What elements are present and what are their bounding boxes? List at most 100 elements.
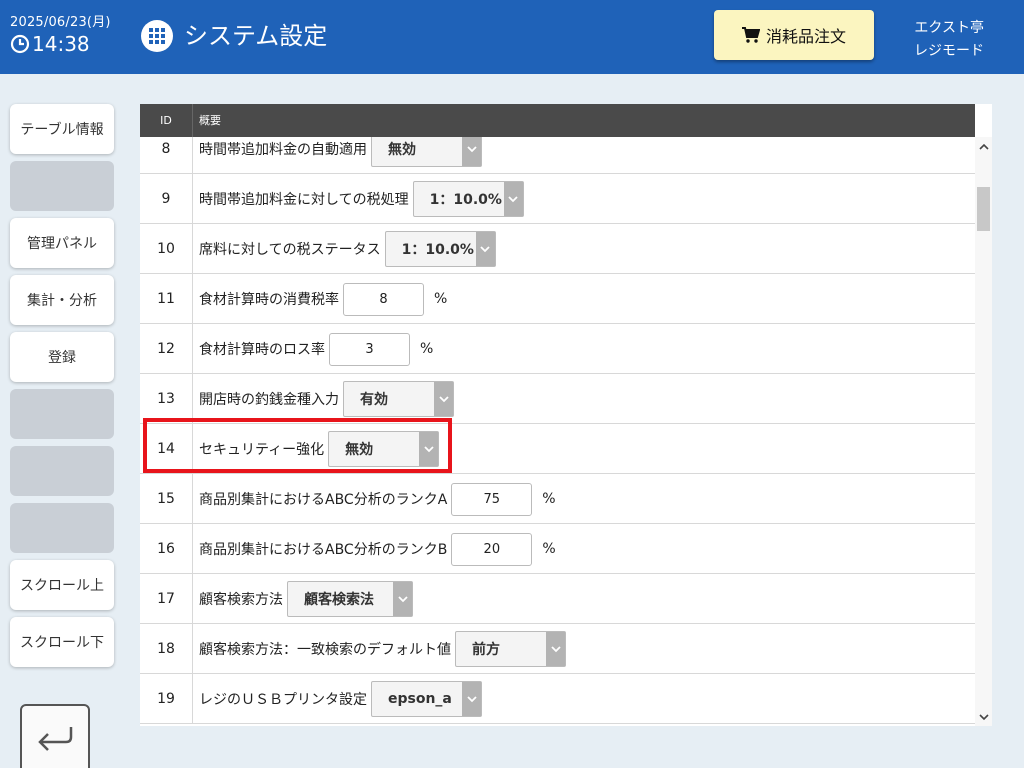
table-body: 8 時間帯追加料金の自動適用 無効 9 時間帯追加料金に対しての税処理 1：10.0% 10… — [140, 137, 975, 726]
order-button-label: 消耗品注文 — [765, 27, 846, 46]
chevron-down-icon — [438, 395, 449, 402]
chevron-down-icon — [978, 713, 989, 720]
row-description: セキュリティー強化 無効 — [199, 424, 440, 474]
dropdown-arrow[interactable] — [462, 137, 481, 166]
dropdown-arrow[interactable] — [475, 232, 495, 266]
dropdown-arrow[interactable] — [434, 382, 453, 416]
row-id: 9 — [140, 174, 193, 224]
setting-dropdown[interactable]: 無効 — [328, 431, 440, 467]
table-info-button[interactable]: テーブル情報 — [10, 104, 114, 154]
setting-dropdown[interactable]: 有効 — [343, 381, 454, 417]
table-row: 18 顧客検索方法：一致検索のデフォルト値 前方 — [140, 624, 975, 674]
back-button[interactable] — [20, 704, 90, 768]
dropdown-value: 前方 — [472, 642, 500, 658]
chevron-down-icon — [508, 195, 518, 202]
dropdown-arrow[interactable] — [419, 432, 439, 466]
setting-input[interactable]: 3 — [329, 332, 410, 366]
dropdown-value: epson_a — [388, 691, 452, 707]
dropdown-arrow[interactable] — [393, 582, 412, 616]
scroll-up-arrow[interactable] — [975, 137, 992, 155]
header-description: 概要 — [199, 114, 221, 127]
settings-table: ID 概要 8 時間帯追加料金の自動適用 無効 9 時間帯追加料金に対しての税処理 1：1… — [140, 104, 992, 726]
row-description: 顧客検索方法 顧客検索法 — [199, 574, 413, 624]
chevron-down-icon — [480, 245, 490, 252]
clock-icon — [10, 34, 30, 54]
row-id: 11 — [140, 274, 193, 324]
row-label: レジのＵＳＢプリンタ設定 — [199, 692, 367, 708]
page-title: システム設定 — [184, 22, 328, 50]
scroll-thumb[interactable] — [977, 187, 990, 231]
row-label: 開店時の釣銭金種入力 — [199, 392, 339, 408]
row-label: 席料に対しての税ステータス — [199, 242, 381, 258]
return-arrow-icon — [38, 727, 73, 751]
table-row: 14 セキュリティー強化 無効 — [140, 424, 975, 474]
scrollbar[interactable] — [975, 137, 992, 726]
row-label: 食材計算時の消費税率 — [199, 292, 339, 308]
row-id: 8 — [140, 137, 193, 174]
header-bar: 2025/06/23(月) 14:38 システム設定 消耗品注文 エクスト亭 レ… — [0, 0, 1024, 74]
dropdown-arrow[interactable] — [462, 682, 481, 716]
setting-input[interactable]: 75 — [451, 482, 533, 516]
setting-input[interactable]: 8 — [343, 282, 424, 316]
dropdown-arrow[interactable] — [503, 182, 523, 216]
datetime: 2025/06/23(月) 14:38 — [10, 15, 111, 57]
dropdown-value: 1：10.0% — [401, 242, 474, 258]
header-id: ID — [140, 104, 193, 137]
title-area: システム設定 — [140, 19, 327, 53]
table-row: 12 食材計算時のロス率 3% — [140, 324, 975, 374]
setting-dropdown[interactable]: 1：10.0% — [384, 231, 496, 267]
chevron-down-icon — [466, 695, 477, 702]
analytics-button[interactable]: 集計・分析 — [10, 275, 114, 325]
row-label: 時間帯追加料金の自動適用 — [199, 142, 367, 158]
chevron-down-icon — [466, 145, 477, 152]
dropdown-value: 顧客検索法 — [304, 592, 374, 608]
row-label: セキュリティー強化 — [199, 442, 325, 458]
store-info: エクスト亭 レジモード — [914, 17, 984, 63]
register-button[interactable]: 登録 — [10, 332, 114, 382]
setting-dropdown[interactable]: 1：10.0% — [412, 181, 524, 217]
row-label: 食材計算時のロス率 — [199, 342, 325, 358]
dropdown-arrow[interactable] — [546, 632, 565, 666]
chevron-up-icon — [978, 143, 989, 150]
row-label: 顧客検索方法 — [199, 592, 283, 608]
scroll-down-button[interactable]: スクロール下 — [10, 617, 114, 667]
empty-side-button-4 — [10, 503, 114, 553]
row-id: 15 — [140, 474, 193, 524]
row-description: 顧客検索方法：一致検索のデフォルト値 前方 — [199, 624, 566, 674]
row-id: 17 — [140, 574, 193, 624]
time-text: 14:38 — [32, 32, 90, 56]
consumables-order-button[interactable]: 消耗品注文 — [714, 10, 874, 60]
row-id: 10 — [140, 224, 193, 274]
chevron-down-icon — [397, 595, 408, 602]
table-row: 15 商品別集計におけるABC分析のランクA 75% — [140, 474, 975, 524]
row-description: 商品別集計におけるABC分析のランクA 75% — [199, 474, 556, 524]
row-id: 18 — [140, 624, 193, 674]
empty-side-button-1 — [10, 161, 114, 211]
unit-label: % — [434, 291, 448, 307]
row-id: 13 — [140, 374, 193, 424]
row-description: 食材計算時のロス率 3% — [199, 324, 433, 374]
row-label: 商品別集計におけるABC分析のランクA — [199, 492, 448, 508]
setting-input[interactable]: 20 — [451, 532, 533, 566]
dropdown-value: 有効 — [360, 392, 388, 408]
setting-dropdown[interactable]: 無効 — [371, 137, 482, 167]
setting-dropdown[interactable]: 顧客検索法 — [287, 581, 413, 617]
dropdown-value: 1：10.0% — [429, 192, 502, 208]
chevron-down-icon — [550, 645, 561, 652]
unit-label: % — [542, 491, 556, 507]
row-id: 12 — [140, 324, 193, 374]
scroll-up-button[interactable]: スクロール上 — [10, 560, 114, 610]
row-description: 開店時の釣銭金種入力 有効 — [199, 374, 454, 424]
row-label: 顧客検索方法：一致検索のデフォルト値 — [199, 642, 451, 658]
scroll-down-arrow[interactable] — [975, 708, 992, 726]
empty-side-button-2 — [10, 389, 114, 439]
management-panel-button[interactable]: 管理パネル — [10, 218, 114, 268]
date-text: 2025/06/23(月) — [10, 15, 111, 30]
row-description: レジのＵＳＢプリンタ設定 epson_a — [199, 674, 482, 724]
table-row: 17 顧客検索方法 顧客検索法 — [140, 574, 975, 624]
time-display: 14:38 — [10, 31, 111, 57]
grid-menu-icon — [141, 20, 173, 52]
unit-label: % — [542, 541, 556, 557]
setting-dropdown[interactable]: epson_a — [371, 681, 482, 717]
setting-dropdown[interactable]: 前方 — [455, 631, 566, 667]
